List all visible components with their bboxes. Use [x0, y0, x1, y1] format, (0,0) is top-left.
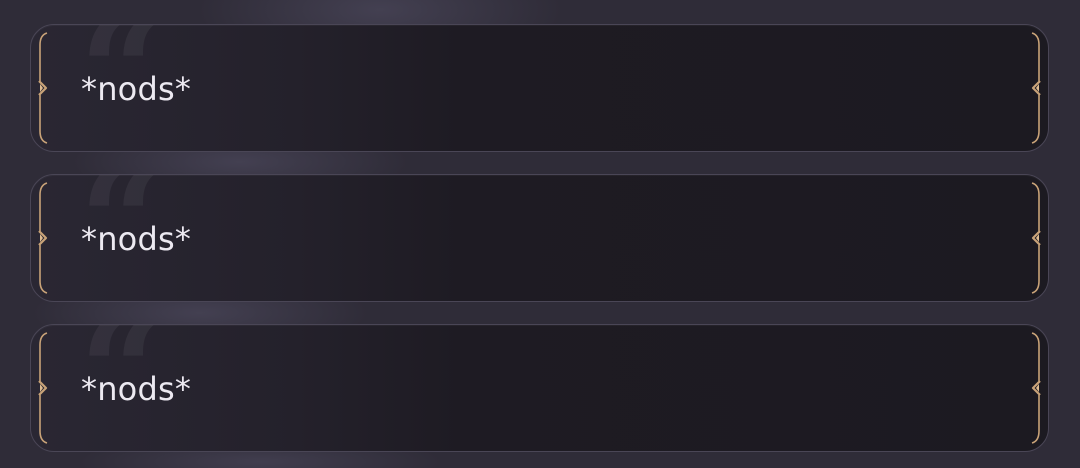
- message-text: *nods*: [81, 220, 192, 258]
- message-text: *nods*: [81, 70, 192, 108]
- message-list: “ *nods* “ *nods* “ *nods*: [0, 0, 1080, 468]
- message-text: *nods*: [81, 370, 192, 408]
- ornate-left-frame-icon: [35, 331, 53, 445]
- message-bubble[interactable]: “ *nods*: [30, 24, 1049, 152]
- ornate-right-frame-icon: [1026, 31, 1044, 145]
- message-bubble[interactable]: “ *nods*: [30, 174, 1049, 302]
- ornate-right-frame-icon: [1026, 181, 1044, 295]
- ornate-left-frame-icon: [35, 31, 53, 145]
- ornate-right-frame-icon: [1026, 331, 1044, 445]
- message-bubble[interactable]: “ *nods*: [30, 324, 1049, 452]
- ornate-left-frame-icon: [35, 181, 53, 295]
